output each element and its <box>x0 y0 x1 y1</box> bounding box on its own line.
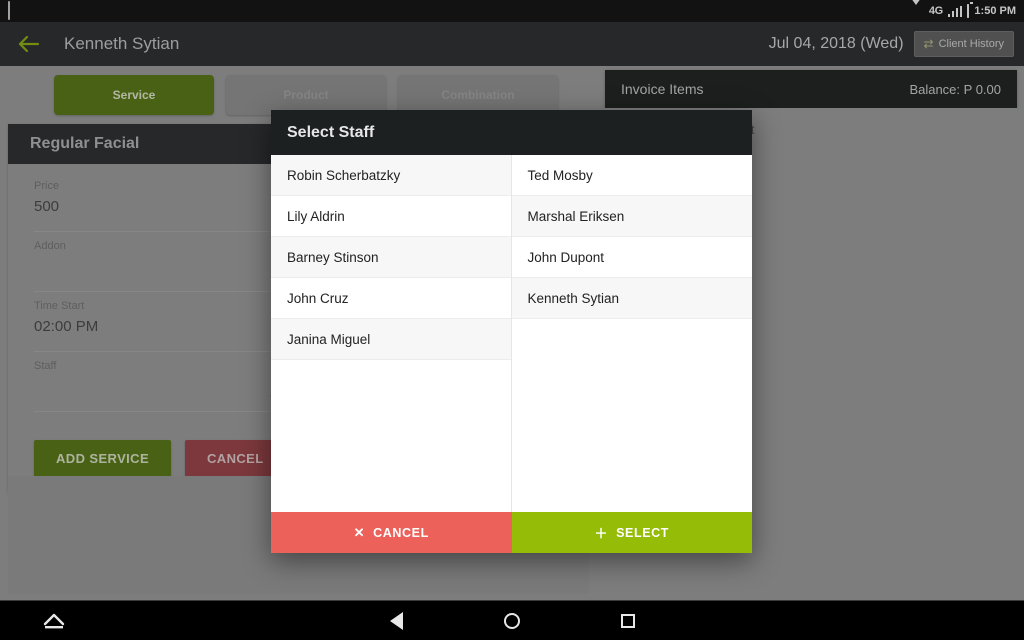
staff-list-item[interactable]: Marshal Eriksen <box>511 196 752 237</box>
dialog-actions: ✕ CANCEL ＋ SELECT <box>271 512 752 553</box>
dialog-select-button[interactable]: ＋ SELECT <box>511 512 752 553</box>
nav-recents-icon[interactable] <box>615 608 641 634</box>
staff-column-left: Robin Scherbatzky Lily Aldrin Barney Sti… <box>271 155 512 512</box>
staff-list-item[interactable]: Robin Scherbatzky <box>271 155 511 196</box>
staff-list-item[interactable]: John Dupont <box>511 237 752 278</box>
select-staff-dialog: Select Staff Robin Scherbatzky Lily Aldr… <box>271 110 752 553</box>
nav-back-icon[interactable] <box>383 608 409 634</box>
staff-list-item[interactable]: Kenneth Sytian <box>511 278 752 319</box>
close-icon: ✕ <box>353 524 366 540</box>
app-screen: 4G 1:50 PM Kenneth Sytian Jul 04, 2018 (… <box>0 0 1024 640</box>
staff-list-filler <box>511 319 752 360</box>
dialog-title: Select Staff <box>271 110 752 155</box>
staff-list-item[interactable]: Ted Mosby <box>511 155 752 196</box>
dialog-cancel-button[interactable]: ✕ CANCEL <box>271 512 512 553</box>
dialog-select-label: SELECT <box>616 525 670 540</box>
dialog-cancel-label: CANCEL <box>373 525 429 540</box>
staff-column-right: Ted Mosby Marshal Eriksen John Dupont Ke… <box>511 155 752 512</box>
nav-home-icon[interactable] <box>499 608 525 634</box>
staff-list-item[interactable]: Lily Aldrin <box>271 196 511 237</box>
staff-list-item[interactable]: John Cruz <box>271 278 511 319</box>
staff-list-filler <box>271 360 511 401</box>
staff-list-item[interactable]: Barney Stinson <box>271 237 511 278</box>
staff-list-item[interactable]: Janina Miguel <box>271 319 511 360</box>
android-nav-bar <box>0 600 1024 640</box>
plus-icon: ＋ <box>594 526 609 541</box>
staff-list: Robin Scherbatzky Lily Aldrin Barney Sti… <box>271 155 752 512</box>
